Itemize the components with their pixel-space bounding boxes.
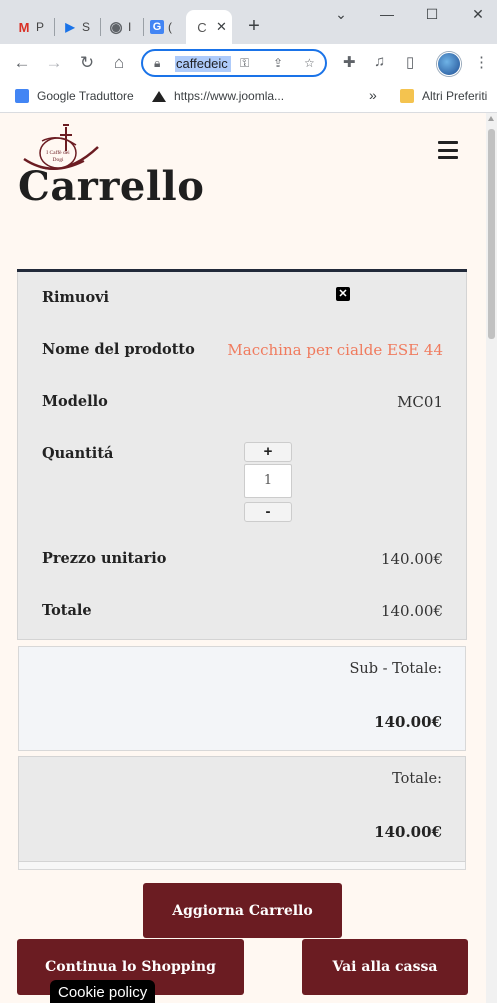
profile-avatar[interactable] bbox=[437, 52, 461, 76]
address-bar[interactable]: 🔒︎ caffedeic ⚿ ⇪ ☆ bbox=[141, 49, 327, 77]
new-tab-button[interactable]: + bbox=[244, 16, 264, 36]
total-label: Totale bbox=[42, 602, 92, 619]
subtotal-label: Sub - Totale: bbox=[349, 661, 442, 677]
checkout-button[interactable]: Vai alla cassa bbox=[302, 939, 468, 995]
extensions-icon[interactable]: ✚ bbox=[343, 53, 356, 71]
reload-icon[interactable]: ↻ bbox=[76, 52, 98, 74]
remove-label: Rimuovi bbox=[42, 289, 110, 306]
browser-tab-active[interactable]: C ✕ bbox=[186, 10, 232, 44]
close-window-button[interactable]: ✕ bbox=[463, 6, 493, 23]
folder-icon bbox=[400, 89, 414, 103]
quantity-input[interactable]: 1 bbox=[244, 464, 292, 498]
browser-tab-gmail[interactable]: M P bbox=[16, 10, 44, 44]
model-label: Modello bbox=[42, 393, 108, 410]
joomla-icon bbox=[152, 90, 166, 102]
bookmark-label: Altri Preferiti bbox=[422, 89, 488, 103]
bookmarks-bar: Google Traduttore https://www.joomla... … bbox=[0, 82, 497, 113]
home-icon[interactable]: ⌂ bbox=[108, 52, 130, 74]
gmail-icon: M bbox=[18, 19, 30, 35]
grand-total-value: 140.00€ bbox=[374, 823, 442, 841]
tab-separator bbox=[54, 18, 55, 36]
key-icon[interactable]: ⚿ bbox=[240, 56, 249, 71]
product-name-link[interactable]: Macchina per cialde ESE 44 bbox=[227, 341, 443, 359]
quantity-increase-button[interactable]: + bbox=[244, 442, 292, 462]
unit-price-label: Prezzo unitario bbox=[42, 550, 167, 567]
scrollbar-thumb[interactable] bbox=[488, 129, 495, 339]
url-text[interactable]: caffedeic bbox=[175, 56, 231, 72]
bookmark-label: https://www.joomla... bbox=[174, 89, 285, 103]
browser-toolbar: ← → ↻ ⌂ 🔒︎ caffedeic ⚿ ⇪ ☆ ✚ ♫ ▯ ⋮ bbox=[0, 44, 497, 82]
update-cart-button[interactable]: Aggiorna Carrello bbox=[143, 883, 342, 938]
media-icon[interactable]: ♫ bbox=[374, 53, 385, 70]
tab-title: I bbox=[128, 20, 132, 34]
bookmark-other-favorites[interactable]: Altri Preferiti bbox=[400, 89, 487, 103]
unit-price-value: 140.00€ bbox=[380, 550, 443, 568]
page-icon: C bbox=[197, 19, 207, 35]
scroll-up-arrow-icon[interactable] bbox=[488, 116, 494, 121]
tab-title: ( bbox=[168, 20, 172, 34]
quantity-label: Quantitá bbox=[42, 445, 114, 462]
forward-icon[interactable]: → bbox=[43, 52, 65, 74]
side-panel-icon[interactable]: ▯ bbox=[406, 53, 414, 71]
total-value: 140.00€ bbox=[380, 602, 443, 620]
quantity-decrease-button[interactable]: - bbox=[244, 502, 292, 522]
model-value: MC01 bbox=[397, 393, 443, 411]
grand-total-box: Totale: 140.00€ bbox=[18, 756, 466, 862]
minimize-button[interactable]: — bbox=[372, 6, 402, 22]
back-icon[interactable]: ← bbox=[11, 52, 33, 74]
product-name-label: Nome del prodotto bbox=[42, 341, 195, 358]
browser-tab-play[interactable]: ▶ S bbox=[62, 10, 90, 44]
page-title: Carrello bbox=[18, 163, 205, 210]
bookmark-google-translate[interactable]: Google Traduttore bbox=[15, 89, 134, 103]
bookmark-label: Google Traduttore bbox=[37, 89, 134, 103]
browser-tab-globe[interactable]: ◉ I bbox=[108, 10, 131, 44]
tab-title: P bbox=[36, 20, 45, 34]
google-translate-icon bbox=[15, 89, 29, 103]
bookmarks-overflow-button[interactable]: » bbox=[369, 87, 377, 103]
cart-item-row: Rimuovi ✕ Nome del prodotto Macchina per… bbox=[17, 272, 467, 640]
bookmark-joomla[interactable]: https://www.joomla... bbox=[152, 89, 284, 103]
remove-item-icon[interactable]: ✕ bbox=[336, 287, 350, 301]
cart-bottom-strip bbox=[18, 862, 466, 870]
translate-icon: G bbox=[150, 20, 164, 34]
grand-total-label: Totale: bbox=[392, 771, 442, 787]
subtotal-value: 140.00€ bbox=[374, 713, 442, 731]
web-page: I Caffè dei Dogi Carrello Rimuovi ✕ Nome… bbox=[0, 113, 486, 1003]
play-icon: ▶ bbox=[65, 20, 75, 34]
maximize-button[interactable]: ☐ bbox=[417, 6, 447, 23]
browser-tab-translate[interactable]: G ( bbox=[150, 10, 172, 44]
share-icon[interactable]: ⇪ bbox=[273, 56, 283, 70]
cart-table: Rimuovi ✕ Nome del prodotto Macchina per… bbox=[17, 269, 467, 870]
page-scrollbar[interactable] bbox=[486, 113, 497, 1003]
menu-dots-icon[interactable]: ⋮ bbox=[474, 53, 489, 71]
logo-text: I Caffè dei bbox=[46, 149, 70, 156]
subtotal-box: Sub - Totale: 140.00€ bbox=[18, 646, 466, 751]
globe-icon: ◉ bbox=[109, 19, 123, 36]
cookie-policy-button[interactable]: Cookie policy bbox=[50, 980, 156, 1003]
browser-tab-strip: M P ▶ S ◉ I G ( C ✕ + ⌄ — ☐ ✕ bbox=[0, 0, 497, 44]
tab-separator bbox=[100, 18, 101, 36]
close-tab-icon[interactable]: ✕ bbox=[216, 19, 227, 35]
tab-search-icon[interactable]: ⌄ bbox=[326, 6, 356, 23]
tab-title: S bbox=[82, 20, 91, 34]
hamburger-menu-icon[interactable] bbox=[438, 141, 458, 159]
star-icon[interactable]: ☆ bbox=[304, 56, 315, 70]
lock-icon[interactable]: 🔒︎ bbox=[154, 56, 160, 71]
tab-separator bbox=[143, 18, 144, 36]
